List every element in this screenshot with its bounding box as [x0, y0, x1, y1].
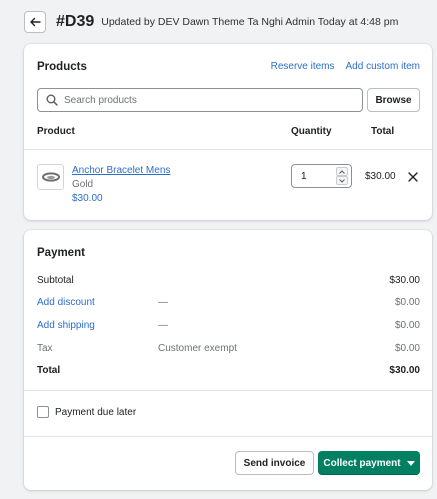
product-unit-price: $30.00 — [72, 193, 103, 204]
collect-payment-label: Collect payment — [323, 457, 401, 469]
decrement-button[interactable] — [336, 176, 348, 185]
add-shipping-link[interactable]: Add shipping — [37, 320, 95, 331]
tax-note: Customer exempt — [158, 343, 237, 354]
products-actions: Reserve items Add custom item — [271, 61, 420, 72]
shipping-note: — — [158, 320, 168, 331]
arrow-left-icon — [30, 17, 41, 27]
total-row: Total $30.00 — [37, 365, 420, 379]
bracelet-image-icon — [41, 172, 60, 182]
page-header: #D39 Updated by DEV Dawn Theme Ta Nghi A… — [24, 10, 398, 34]
payment-heading: Payment — [37, 247, 85, 259]
shipping-value: $0.00 — [394, 320, 420, 331]
add-custom-item-link[interactable]: Add custom item — [346, 61, 420, 72]
chevron-down-icon — [339, 178, 345, 183]
back-button[interactable] — [24, 11, 46, 33]
search-icon — [46, 94, 58, 106]
payment-due-later-label[interactable]: Payment due later — [55, 407, 136, 418]
tax-row: Tax Customer exempt $0.00 — [37, 343, 420, 357]
total-value: $30.00 — [389, 365, 420, 376]
discount-value: $0.00 — [394, 297, 420, 308]
subtotal-row: Subtotal $30.00 — [37, 275, 420, 289]
products-heading: Products — [37, 61, 87, 73]
product-thumbnail — [37, 164, 64, 190]
increment-button[interactable] — [336, 167, 348, 176]
divider — [24, 436, 432, 437]
total-label: Total — [37, 365, 61, 376]
chevron-up-icon — [339, 169, 345, 174]
collect-payment-button[interactable]: Collect payment — [318, 451, 420, 475]
divider — [24, 149, 432, 150]
discount-note: — — [158, 297, 168, 308]
line-total: $30.00 — [365, 171, 396, 182]
subtotal-value: $30.00 — [389, 275, 420, 286]
order-title: #D39 — [56, 13, 95, 30]
payment-due-later-checkbox[interactable] — [37, 406, 49, 418]
column-header-product: Product — [37, 126, 75, 137]
search-field[interactable] — [37, 88, 363, 112]
products-card: Products Reserve items Add custom item B… — [24, 44, 432, 220]
quantity-stepper[interactable]: 1 — [291, 164, 352, 188]
browse-button[interactable]: Browse — [367, 88, 420, 112]
column-header-quantity: Quantity — [291, 126, 332, 137]
tax-label: Tax — [37, 343, 53, 354]
discount-row: Add discount — $0.00 — [37, 297, 420, 311]
send-invoice-button[interactable]: Send invoice — [235, 451, 314, 475]
order-subtitle: Updated by DEV Dawn Theme Ta Nghi Admin … — [101, 16, 399, 28]
product-name-link[interactable]: Anchor Bracelet Mens — [72, 165, 170, 176]
quantity-value[interactable]: 1 — [301, 171, 307, 182]
add-discount-link[interactable]: Add discount — [37, 297, 95, 308]
reserve-items-link[interactable]: Reserve items — [271, 61, 335, 72]
caret-down-icon — [406, 460, 415, 466]
column-header-total: Total — [371, 126, 395, 137]
divider — [24, 390, 432, 391]
subtotal-label: Subtotal — [37, 275, 74, 286]
close-icon — [408, 172, 418, 182]
remove-item-button[interactable] — [407, 171, 419, 183]
product-variant: Gold — [72, 179, 94, 190]
payment-card: Payment Subtotal $30.00 Add discount — $… — [24, 230, 432, 490]
tax-value: $0.00 — [394, 343, 420, 354]
shipping-row: Add shipping — $0.00 — [37, 320, 420, 334]
search-input[interactable] — [64, 94, 334, 106]
